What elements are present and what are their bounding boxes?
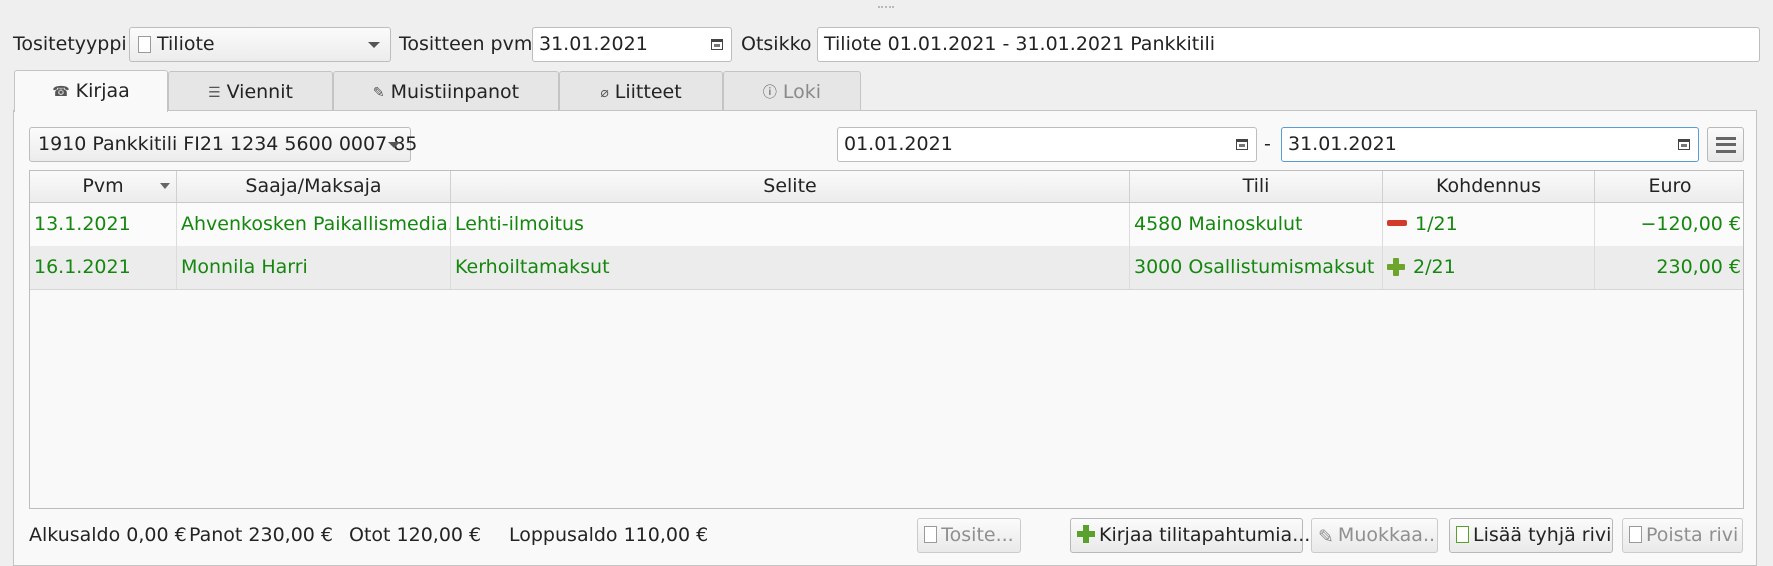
tab-label: Viennit	[226, 81, 293, 103]
chevron-down-icon	[388, 142, 400, 148]
plus-icon	[1077, 525, 1095, 543]
loppusaldo-text: Loppusaldo 110,00 €	[509, 524, 709, 546]
otsikko-label: Otsikko	[741, 33, 812, 55]
tositetyyppi-select[interactable]: Tiliote	[129, 27, 391, 62]
calendar-icon[interactable]	[711, 39, 723, 50]
tositetyyppi-label: Tositetyyppi	[13, 33, 127, 55]
column-title: Kohdennus	[1436, 175, 1541, 197]
button-label: Kirjaa tilitapahtumia...	[1099, 524, 1311, 546]
date-from-field[interactable]: 01.01.2021	[837, 127, 1257, 162]
tab-label: Muistiinpanot	[390, 81, 520, 103]
cell-kohdennus: 2/21	[1383, 246, 1595, 289]
column-title: Euro	[1648, 175, 1692, 197]
button-label: Poista rivi	[1646, 524, 1739, 546]
poista-rivi-button[interactable]: Poista rivi	[1622, 518, 1743, 553]
col-saaja-header[interactable]: Saaja/Maksaja	[177, 171, 451, 202]
date-separator: -	[1264, 133, 1271, 155]
note-icon: ✎	[372, 85, 385, 101]
tosite-button[interactable]: Tosite...	[917, 518, 1021, 553]
tab-liitteet[interactable]: ⌀ Liitteet	[559, 71, 723, 111]
pvm-label: Tositteen pvm	[399, 33, 533, 55]
cell-saaja: Monnila Harri	[177, 246, 451, 289]
list-icon: ☰	[208, 85, 221, 101]
tab-loki[interactable]: ⓘ Loki	[723, 71, 861, 111]
tositetyyppi-value: Tiliote	[157, 33, 215, 55]
col-pvm-header[interactable]: Pvm	[30, 171, 177, 202]
resize-grip[interactable]	[878, 6, 894, 10]
cell-saaja: Ahvenkosken Paikallismedia...	[177, 203, 451, 246]
date-from-value: 01.01.2021	[844, 133, 953, 155]
tab-muistiinpanot[interactable]: ✎ Muistiinpanot	[333, 71, 559, 111]
date-to-value: 31.01.2021	[1288, 133, 1397, 155]
cell-tili: 3000 Osallistumismaksut	[1130, 246, 1383, 289]
tab-label: Kirjaa	[75, 80, 130, 102]
col-euro-header[interactable]: Euro	[1595, 171, 1743, 202]
kohdennus-value: 2/21	[1413, 256, 1456, 278]
otot-text: Otot 120,00 €	[349, 524, 482, 546]
col-tili-header[interactable]: Tili	[1130, 171, 1383, 202]
column-title: Saaja/Maksaja	[245, 175, 382, 197]
cell-kohdennus: 1/21	[1383, 203, 1595, 246]
minus-icon	[1387, 220, 1407, 226]
document-icon	[924, 526, 938, 543]
calendar-icon[interactable]	[1678, 139, 1690, 150]
button-label: Lisää tyhjä rivi	[1473, 524, 1612, 546]
muokkaa-button[interactable]: ✎ Muokkaa..	[1311, 518, 1438, 553]
cell-euro: −120,00 €	[1640, 213, 1741, 235]
delete-row-icon	[1629, 526, 1642, 543]
chevron-down-icon	[368, 42, 380, 48]
column-title: Pvm	[82, 175, 124, 197]
account-select[interactable]: 1910 Pankkitili FI21 1234 5600 0007 85	[29, 127, 417, 162]
cell-selite: Kerhoiltamaksut	[451, 246, 1130, 289]
alkusaldo-text: Alkusaldo 0,00 €	[29, 524, 187, 546]
phone-icon: ☎	[52, 84, 70, 100]
plus-icon	[1387, 258, 1405, 276]
otsikko-value: Tiliote 01.01.2021 - 31.01.2021 Pankkiti…	[824, 33, 1216, 55]
table-row[interactable]: 13.1.2021 Ahvenkosken Paikallismedia... …	[30, 203, 1743, 247]
sort-desc-icon	[160, 183, 170, 189]
list-settings-icon	[1715, 137, 1736, 153]
cell-euro: 230,00 €	[1656, 256, 1741, 278]
column-title: Selite	[763, 175, 817, 197]
col-selite-header[interactable]: Selite	[451, 171, 1130, 202]
filter-options-button[interactable]	[1707, 127, 1744, 162]
document-icon	[138, 36, 151, 53]
cell-pvm: 16.1.2021	[30, 246, 177, 289]
transactions-table: Pvm Saaja/Maksaja Selite Tili Kohdennus …	[29, 170, 1744, 509]
tab-viennit[interactable]: ☰ Viennit	[168, 71, 333, 111]
tab-kirjaa[interactable]: ☎ Kirjaa	[14, 70, 168, 112]
account-value: 1910 Pankkitili FI21 1234 5600 0007 85	[38, 133, 418, 155]
kohdennus-value: 1/21	[1415, 213, 1458, 235]
add-row-icon	[1456, 526, 1469, 543]
kirjaa-tilitapahtumia-button[interactable]: Kirjaa tilitapahtumia...	[1070, 518, 1310, 553]
cell-tili: 4580 Mainoskulut	[1130, 203, 1383, 246]
panot-text: Panot 230,00 €	[189, 524, 334, 546]
col-kohdennus-header[interactable]: Kohdennus	[1383, 171, 1595, 202]
pvm-value: 31.01.2021	[539, 33, 648, 55]
button-label: Tosite...	[941, 524, 1014, 546]
cell-pvm: 13.1.2021	[30, 203, 177, 246]
tositteen-pvm-field[interactable]: 31.01.2021	[532, 27, 732, 62]
table-row[interactable]: 16.1.2021 Monnila Harri Kerhoiltamaksut …	[30, 246, 1743, 290]
otsikko-field[interactable]: Tiliote 01.01.2021 - 31.01.2021 Pankkiti…	[817, 27, 1760, 62]
button-label: Muokkaa..	[1337, 524, 1436, 546]
column-title: Tili	[1242, 175, 1270, 197]
date-to-field[interactable]: 31.01.2021	[1281, 127, 1699, 162]
lisaa-tyhja-rivi-button[interactable]: Lisää tyhjä rivi	[1449, 518, 1613, 553]
pencil-icon: ✎	[1318, 526, 1334, 548]
paperclip-icon: ⌀	[600, 85, 609, 101]
table-header: Pvm Saaja/Maksaja Selite Tili Kohdennus …	[30, 171, 1743, 203]
info-icon: ⓘ	[762, 85, 777, 101]
tab-label: Loki	[782, 81, 822, 103]
cell-selite: Lehti-ilmoitus	[451, 203, 1130, 246]
tab-label: Liitteet	[614, 81, 682, 103]
calendar-icon[interactable]	[1236, 139, 1248, 150]
